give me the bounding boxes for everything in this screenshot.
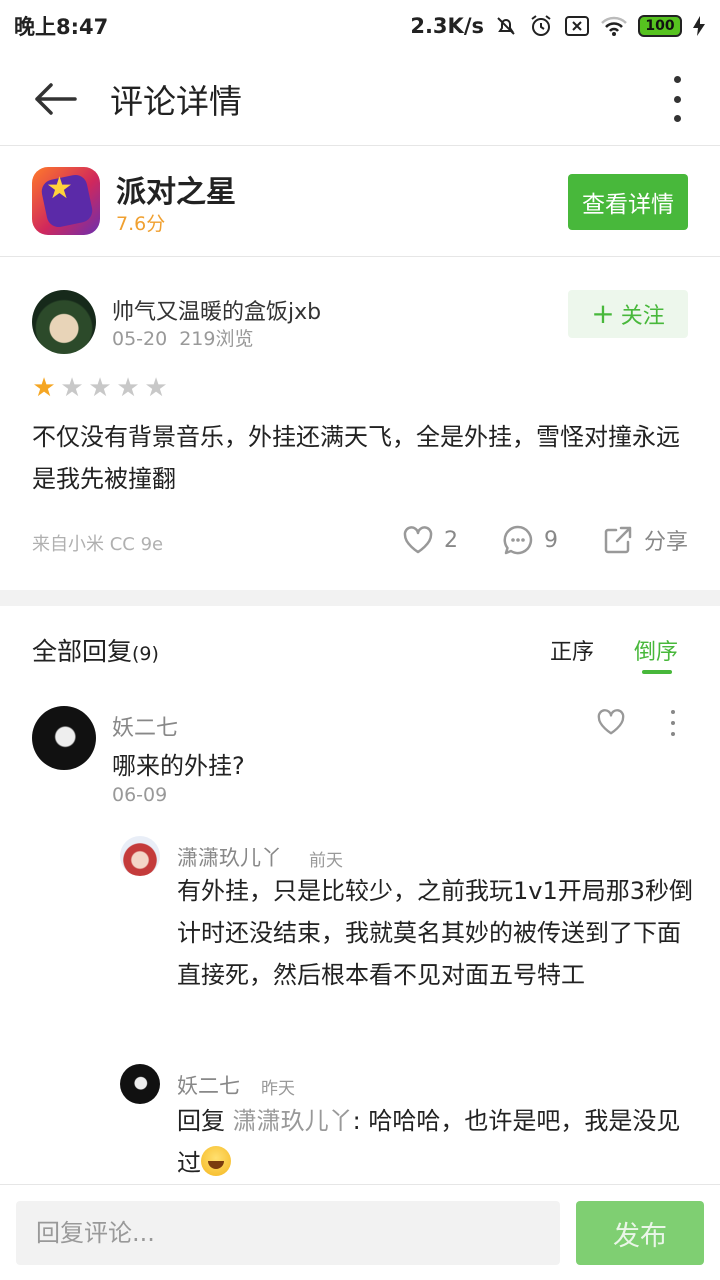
review-date: 05-20 [112, 328, 168, 350]
section-divider [0, 590, 720, 606]
app-name[interactable]: 派对之星 [116, 167, 236, 211]
reply-more-button[interactable] [668, 710, 678, 736]
sub-reply-text[interactable]: 回复 潇潇玖儿丫: 哈哈哈，也许是吧，我是没见过 [177, 1100, 697, 1184]
mention-link[interactable]: 潇潇玖儿丫 [233, 1107, 353, 1135]
reply-like-button[interactable] [596, 708, 626, 740]
rating-stars: ★ ★ ★ ★ ★ [30, 374, 170, 402]
publish-button[interactable]: 发布 [576, 1201, 704, 1265]
comment-button[interactable]: 9 [502, 524, 558, 556]
sort-descending-tab[interactable]: 倒序 [634, 634, 678, 666]
bottom-reply-bar: 发布 [0, 1184, 720, 1280]
mute-bell-icon [497, 17, 515, 35]
share-label: 分享 [643, 530, 688, 555]
review-text: 不仅没有背景音乐，外挂还满天飞，全是外挂，雪怪对撞永远是我先被撞翻 [32, 423, 680, 493]
app-card[interactable]: ★ 派对之星 7.6分 查看详情 [0, 147, 720, 257]
app-icon[interactable]: ★ [32, 167, 100, 235]
charging-icon [693, 16, 705, 36]
replies-header: 全部回复(9) 正序 倒序 [0, 606, 720, 686]
sort-ascending-tab[interactable]: 正序 [550, 634, 594, 666]
view-details-button[interactable]: 查看详情 [568, 174, 688, 230]
battery-indicator: 100 [638, 15, 682, 37]
review-meta: 05-20 219浏览 [112, 324, 253, 351]
heart-icon [597, 709, 625, 735]
status-time: 晚上8:47 [14, 15, 109, 39]
status-bar: 晚上8:47 2.3K/s 100 [0, 0, 720, 52]
heart-icon [403, 526, 433, 554]
plus-icon: + [591, 297, 615, 330]
replies-count: (9) [132, 643, 159, 665]
star-empty-icon: ★ [116, 373, 140, 403]
back-button[interactable] [0, 52, 110, 146]
sub-reply-time: 昨天 [261, 1079, 295, 1099]
more-vertical-icon [671, 710, 675, 714]
sub-reply-avatar[interactable] [120, 836, 160, 876]
sub-reply-avatar[interactable] [120, 1064, 160, 1104]
like-button[interactable]: 2 [402, 525, 458, 555]
more-menu-button[interactable] [662, 76, 692, 122]
reply-text[interactable]: 哪来的外挂? [112, 746, 245, 781]
comment-bubble-icon [503, 525, 533, 555]
more-dots-icon [673, 76, 681, 83]
active-sort-indicator [642, 670, 672, 674]
reply-input[interactable] [16, 1201, 560, 1265]
network-speed: 2.3K/s [410, 14, 484, 38]
sub-reply-text[interactable]: 有外挂，只是比较少，之前我玩1v1开局那3秒倒计时还没结束，我就莫名其妙的被传送… [177, 870, 697, 996]
app-bar: 评论详情 [0, 52, 720, 146]
arrow-left-icon [35, 82, 77, 115]
reply-author-name[interactable]: 妖二七 [112, 710, 178, 742]
star-empty-icon: ★ [144, 373, 168, 403]
review-actions: 2 9 分享 [402, 524, 688, 556]
star-filled-icon: ★ [32, 373, 56, 403]
review-views: 219浏览 [179, 328, 254, 350]
author-avatar[interactable] [32, 290, 96, 354]
sub-reply-time: 前天 [309, 851, 343, 871]
follow-button[interactable]: + 关注 [568, 290, 688, 338]
review-card: 帅气又温暖的盒饭jxb 05-20 219浏览 + 关注 ★ ★ ★ ★ ★ 不仅没有背景… [0, 258, 720, 590]
follow-label: 关注 [620, 304, 665, 329]
star-empty-icon: ★ [60, 373, 84, 403]
comment-count: 9 [543, 527, 558, 553]
reply-avatar[interactable] [32, 706, 96, 770]
wifi-icon [601, 16, 627, 36]
share-icon [604, 526, 632, 554]
app-score: 7.6分 [116, 213, 166, 235]
page-title: 评论详情 [110, 81, 242, 121]
star-empty-icon: ★ [88, 373, 112, 403]
grinning-emoji-icon [201, 1146, 231, 1176]
share-button[interactable]: 分享 [602, 524, 688, 556]
sim-off-icon [565, 16, 589, 36]
like-count: 2 [443, 527, 458, 553]
reply-prefix: 回复 [177, 1107, 225, 1135]
reply-date: 06-09 [112, 784, 168, 806]
sub-reply-author-name[interactable]: 妖二七 [177, 1070, 240, 1100]
device-source: 来自小米 CC 9e [32, 534, 164, 555]
alarm-icon [531, 15, 551, 36]
author-name[interactable]: 帅气又温暖的盒饭jxb [112, 294, 321, 326]
replies-title: 全部回复(9) [32, 637, 159, 666]
sub-reply-author-name[interactable]: 潇潇玖儿丫 [177, 842, 282, 872]
